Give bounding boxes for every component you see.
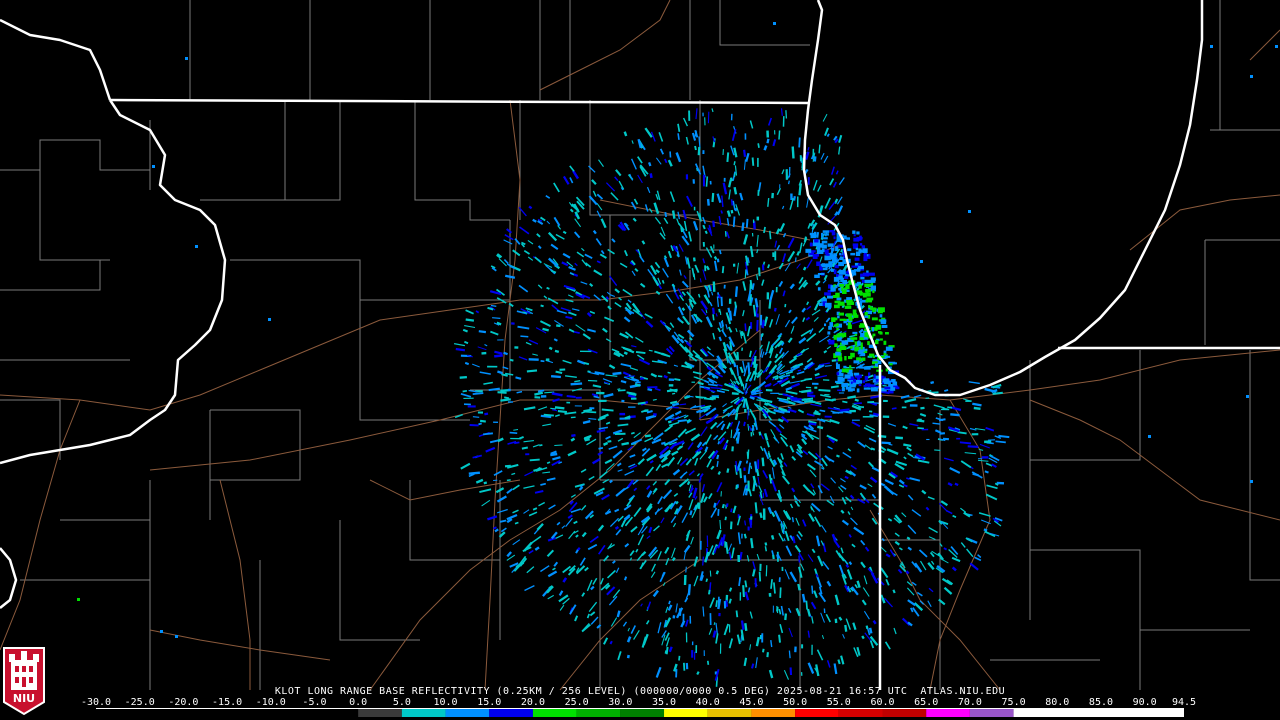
colorbar-segment [532, 709, 577, 717]
colorbar-segment [838, 709, 883, 717]
colorbar-segment [926, 709, 970, 717]
colorbar-tick-label: 10.0 [433, 697, 458, 708]
colorbar-tick-label: 80.0 [1045, 697, 1070, 708]
colorbar-tick-label: 15.0 [477, 697, 502, 708]
colorbar-tick-label: -30.0 [80, 697, 112, 708]
colorbar-segment [1013, 709, 1184, 717]
colorbar-tick-label: 40.0 [695, 697, 720, 708]
reflectivity-echoes [77, 22, 1278, 687]
colorbar-tick-label: 90.0 [1132, 697, 1157, 708]
colorbar-tick-label: -5.0 [302, 697, 327, 708]
colorbar-tick-label: -25.0 [124, 697, 155, 708]
colorbar-segment [751, 709, 796, 717]
colorbar-segment [707, 709, 752, 717]
colorbar-tick-label: 75.0 [1001, 697, 1026, 708]
radar-map [0, 0, 1280, 691]
colorbar-tick-label: 5.0 [392, 697, 411, 708]
colorbar-segment [445, 709, 490, 717]
colorbar-tick-label: 25.0 [564, 697, 589, 708]
colorbar-tick-label: 50.0 [783, 697, 808, 708]
colorbar-segment [96, 709, 359, 717]
colorbar-tick-label: 0.0 [349, 697, 368, 708]
colorbar-segment [401, 709, 446, 717]
colorbar-tick-label: 35.0 [651, 697, 677, 708]
colorbar-segment [358, 709, 402, 717]
colorbar-tick-label: 55.0 [826, 697, 851, 708]
colorbar-segment [664, 709, 708, 717]
state-borders [0, 0, 1280, 690]
colorbar-segment [969, 709, 1014, 717]
colorbar-tick-label: 30.0 [608, 697, 633, 708]
colorbar-tick-label: 60.0 [870, 697, 895, 708]
colorbar-segment [576, 709, 621, 717]
colorbar-segment [795, 709, 839, 717]
colorbar-tick-label: 94.5 [1171, 697, 1197, 708]
colorbar-tick-label: 85.0 [1088, 697, 1114, 708]
colorbar-tick-label: 70.0 [957, 697, 982, 708]
colorbar-segment [882, 709, 927, 717]
colorbar-segment [620, 709, 665, 717]
colorbar-segment [489, 709, 533, 717]
colorbar-tick-label: 20.0 [520, 697, 545, 708]
colorbar-tick-label: 65.0 [914, 697, 939, 708]
colorbar-tick-label: -10.0 [255, 697, 286, 708]
colorbar-tick-label: 45.0 [739, 697, 764, 708]
reflectivity-colorbar [96, 708, 1184, 717]
colorbar-tick-label: -20.0 [168, 697, 199, 708]
colorbar-tick-label: -15.0 [212, 697, 243, 708]
product-caption: KLOT LONG RANGE BASE REFLECTIVITY (0.25K… [274, 686, 1006, 697]
